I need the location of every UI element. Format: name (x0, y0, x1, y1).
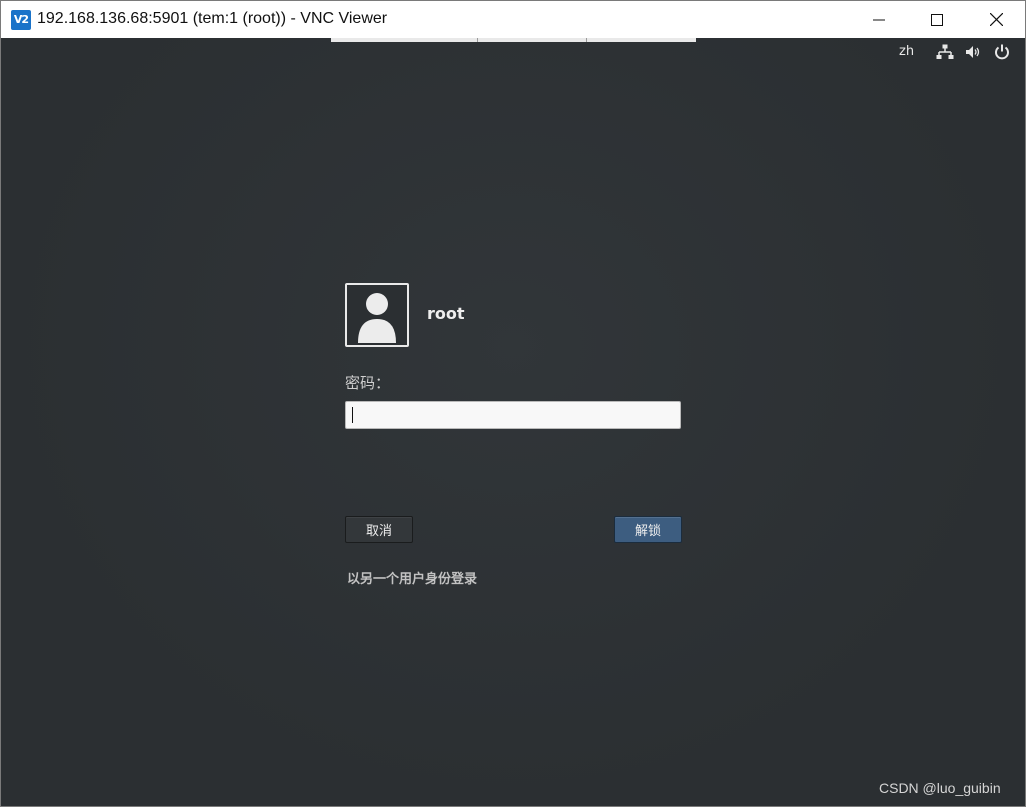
window-title: 192.168.136.68:5901 (tem:1 (root)) - VNC… (37, 10, 388, 27)
minimize-button[interactable] (850, 1, 908, 38)
watermark-text: CSDN @luo_guibin (879, 780, 1001, 796)
close-icon (989, 13, 1003, 26)
language-indicator[interactable]: zh (899, 44, 914, 59)
cancel-button[interactable]: 取消 (345, 516, 413, 543)
password-input[interactable] (345, 401, 681, 429)
password-label: 密码： (345, 374, 391, 392)
maximize-button[interactable] (908, 1, 966, 38)
minimize-icon (873, 19, 885, 20)
close-button[interactable] (967, 1, 1025, 38)
text-cursor (352, 407, 353, 423)
username-label: root (427, 304, 465, 323)
volume-icon[interactable] (964, 43, 982, 61)
switch-user-link[interactable]: 以另一个用户身份登录 (347, 568, 477, 587)
power-icon[interactable] (993, 43, 1011, 61)
maximize-icon (931, 13, 943, 26)
unlock-button[interactable]: 解锁 (614, 516, 682, 543)
vnc-toolbar-handle[interactable] (331, 38, 696, 42)
vnc-app-icon: V2 (11, 10, 31, 30)
title-bar[interactable]: V2 192.168.136.68:5901 (tem:1 (root)) - … (1, 1, 1025, 38)
vnc-viewer-window: V2 192.168.136.68:5901 (tem:1 (root)) - … (0, 0, 1026, 807)
remote-lock-screen[interactable]: zh root 密码： 取消 解锁 以另一个用户身份登录 CSDN @luo_g… (1, 38, 1025, 806)
user-avatar-icon (345, 283, 409, 347)
network-icon[interactable] (936, 43, 954, 61)
